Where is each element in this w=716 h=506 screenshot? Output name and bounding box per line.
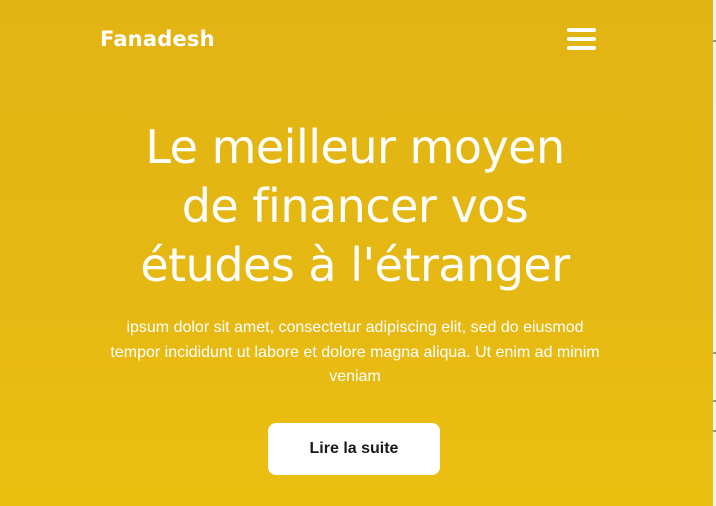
hero-section: Le meilleur moyen de financer vos études à… — [0, 0, 710, 506]
hero-title-line: études à l'étranger — [140, 238, 570, 292]
hero-title: Le meilleur moyen de financer vos études à… — [90, 118, 620, 295]
read-more-button[interactable]: Lire la suite — [268, 423, 440, 475]
hero-title-line: Le meilleur moyen — [145, 120, 565, 174]
hero-subtitle: ipsum dolor sit amet, consectetur adipis… — [110, 319, 600, 385]
hero-title-line: de financer vos — [181, 179, 529, 233]
